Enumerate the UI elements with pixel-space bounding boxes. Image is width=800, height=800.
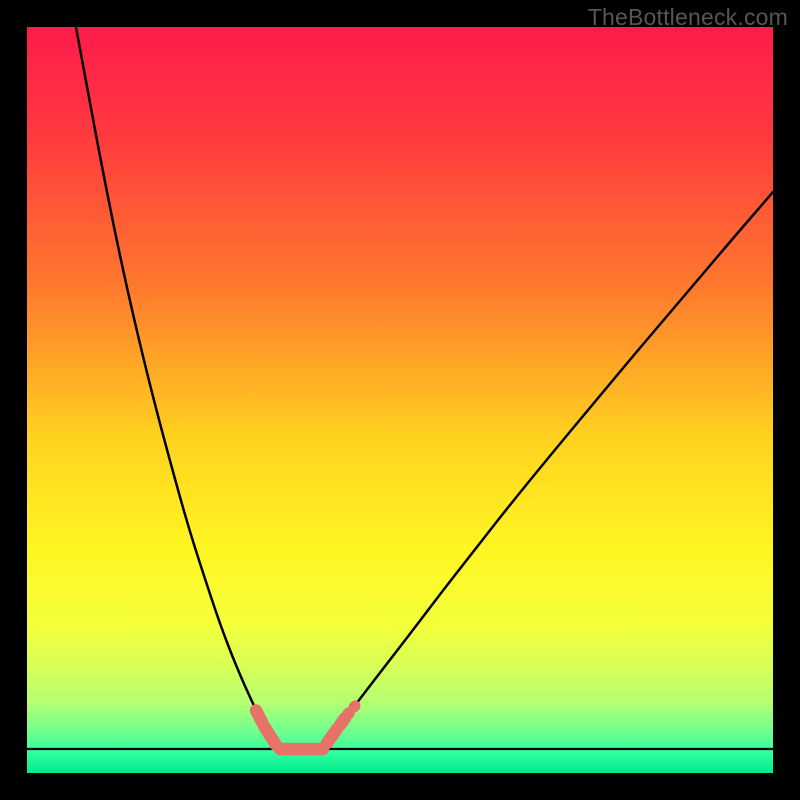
marker-segment — [354, 706, 355, 707]
marker-segment — [327, 729, 337, 743]
gradient-background — [27, 27, 773, 773]
marker-segment — [340, 718, 345, 725]
marker-segment — [348, 713, 349, 714]
plot-area — [27, 27, 773, 773]
frame: TheBottleneck.com — [0, 0, 800, 800]
chart-canvas — [27, 27, 773, 773]
marker-segment — [256, 711, 262, 723]
